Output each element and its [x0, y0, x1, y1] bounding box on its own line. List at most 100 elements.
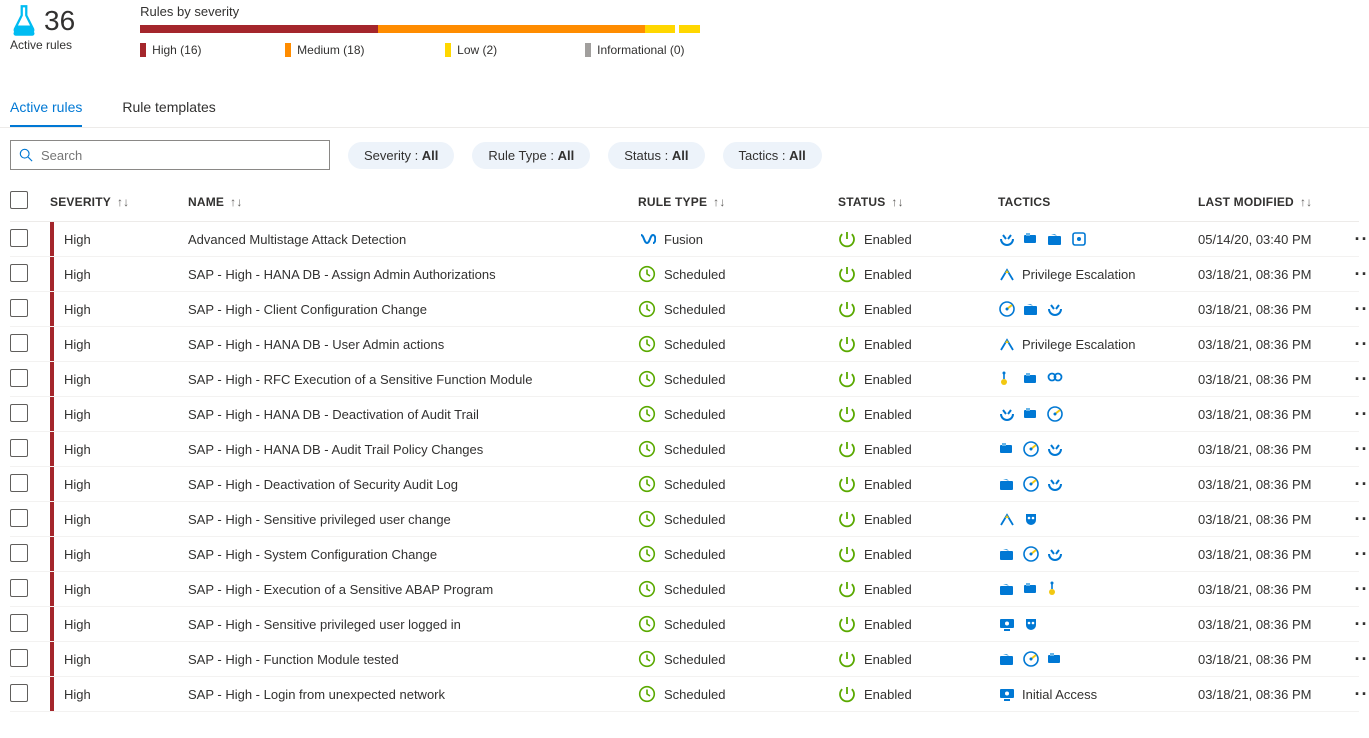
tab-active-rules[interactable]: Active rules — [10, 93, 82, 127]
row-actions-button[interactable]: ··· — [1351, 299, 1369, 320]
col-severity[interactable]: SEVERITY↑↓ — [50, 195, 188, 209]
cell-modified: 03/18/21, 08:36 PM — [1198, 582, 1351, 597]
tactic-label: Initial Access — [1022, 687, 1097, 702]
select-all-checkbox[interactable] — [10, 191, 28, 209]
table-row[interactable]: HighSAP - High - HANA DB - Audit Trail P… — [10, 432, 1359, 467]
table-row[interactable]: HighSAP - High - RFC Execution of a Sens… — [10, 362, 1359, 397]
active-rules-label: Active rules — [10, 38, 72, 52]
row-checkbox[interactable] — [10, 614, 28, 632]
filter-tactics[interactable]: Tactics : All — [723, 142, 822, 169]
cell-name: SAP - High - Deactivation of Security Au… — [188, 477, 638, 492]
cell-ruletype: Scheduled — [638, 265, 838, 283]
cell-modified: 03/18/21, 08:36 PM — [1198, 372, 1351, 387]
cell-tactics — [998, 580, 1198, 598]
table-row[interactable]: HighSAP - High - System Configuration Ch… — [10, 537, 1359, 572]
row-checkbox[interactable] — [10, 369, 28, 387]
table-row[interactable]: HighSAP - High - Login from unexpected n… — [10, 677, 1359, 712]
row-actions-button[interactable]: ··· — [1351, 649, 1369, 670]
col-modified[interactable]: LAST MODIFIED↑↓ — [1198, 195, 1351, 209]
cell-ruletype: Scheduled — [638, 545, 838, 563]
table-row[interactable]: HighSAP - High - HANA DB - Assign Admin … — [10, 257, 1359, 292]
cell-status: Enabled — [838, 685, 998, 703]
row-checkbox[interactable] — [10, 579, 28, 597]
tactic-initial-access-icon — [998, 615, 1016, 633]
table-row[interactable]: HighSAP - High - Client Configuration Ch… — [10, 292, 1359, 327]
cell-modified: 03/18/21, 08:36 PM — [1198, 442, 1351, 457]
cell-status: Enabled — [838, 230, 998, 248]
cell-status: Enabled — [838, 265, 998, 283]
table-row[interactable]: HighSAP - High - Execution of a Sensitiv… — [10, 572, 1359, 607]
row-checkbox[interactable] — [10, 229, 28, 247]
row-actions-button[interactable]: ··· — [1351, 474, 1369, 495]
cell-tactics: Initial Access — [998, 685, 1198, 703]
tab-rule-templates[interactable]: Rule templates — [122, 93, 215, 127]
col-ruletype[interactable]: RULE TYPE↑↓ — [638, 195, 838, 209]
row-checkbox[interactable] — [10, 264, 28, 282]
search-box[interactable] — [10, 140, 330, 170]
cell-severity: High — [50, 292, 188, 326]
filter-severity[interactable]: Severity : All — [348, 142, 454, 169]
cell-tactics: Privilege Escalation — [998, 265, 1198, 283]
row-checkbox[interactable] — [10, 509, 28, 527]
row-checkbox[interactable] — [10, 334, 28, 352]
tactic-credential-access-icon — [1022, 510, 1040, 528]
table-row[interactable]: HighSAP - High - HANA DB - User Admin ac… — [10, 327, 1359, 362]
row-actions-button[interactable]: ··· — [1351, 614, 1369, 635]
table-row[interactable]: HighSAP - High - Sensitive privileged us… — [10, 502, 1359, 537]
row-actions-button[interactable]: ··· — [1351, 544, 1369, 565]
tactic-privilege-escalation-icon — [998, 265, 1016, 283]
col-name[interactable]: NAME↑↓ — [188, 195, 638, 209]
table-row[interactable]: HighSAP - High - HANA DB - Deactivation … — [10, 397, 1359, 432]
row-actions-button[interactable]: ··· — [1351, 404, 1369, 425]
search-input[interactable] — [39, 147, 321, 164]
tactic-defense-evasion-icon — [1022, 650, 1040, 668]
cell-severity: High — [50, 362, 188, 396]
col-status[interactable]: STATUS↑↓ — [838, 195, 998, 209]
row-actions-button[interactable]: ··· — [1351, 369, 1369, 390]
table-row[interactable]: HighSAP - High - Sensitive privileged us… — [10, 607, 1359, 642]
table-row[interactable]: HighAdvanced Multistage Attack Detection… — [10, 222, 1359, 257]
row-actions-button[interactable]: ··· — [1351, 334, 1369, 355]
tactic-exfiltration-icon — [1022, 300, 1040, 318]
tactic-exfiltration-icon — [998, 475, 1016, 493]
tactic-exfiltration-icon — [998, 545, 1016, 563]
row-actions-button[interactable]: ··· — [1351, 579, 1369, 600]
cell-severity: High — [50, 222, 188, 256]
tactic-credential-access-icon — [1022, 615, 1040, 633]
cell-ruletype: Scheduled — [638, 580, 838, 598]
cell-modified: 03/18/21, 08:36 PM — [1198, 267, 1351, 282]
tactic-collection-icon — [1022, 230, 1040, 248]
row-checkbox[interactable] — [10, 404, 28, 422]
row-actions-button[interactable]: ··· — [1351, 439, 1369, 460]
row-actions-button[interactable]: ··· — [1351, 684, 1369, 705]
cell-severity: High — [50, 257, 188, 291]
row-checkbox[interactable] — [10, 649, 28, 667]
table-row[interactable]: HighSAP - High - Deactivation of Securit… — [10, 467, 1359, 502]
summary-header: 36 Active rules Rules by severity High (… — [0, 0, 1369, 65]
row-checkbox[interactable] — [10, 299, 28, 317]
table-row[interactable]: HighSAP - High - Function Module testedS… — [10, 642, 1359, 677]
filter-status[interactable]: Status : All — [608, 142, 704, 169]
row-checkbox[interactable] — [10, 544, 28, 562]
cell-name: SAP - High - Login from unexpected netwo… — [188, 687, 638, 702]
row-checkbox[interactable] — [10, 684, 28, 702]
col-tactics[interactable]: TACTICS — [998, 195, 1198, 209]
table-header: SEVERITY↑↓ NAME↑↓ RULE TYPE↑↓ STATUS↑↓ T… — [10, 182, 1359, 222]
tactic-defense-evasion-icon — [1022, 440, 1040, 458]
row-actions-button[interactable]: ··· — [1351, 264, 1369, 285]
cell-tactics — [998, 475, 1198, 493]
row-checkbox[interactable] — [10, 439, 28, 457]
cell-severity: High — [50, 327, 188, 361]
cell-modified: 03/18/21, 08:36 PM — [1198, 652, 1351, 667]
cell-modified: 03/18/21, 08:36 PM — [1198, 337, 1351, 352]
filter-ruletype[interactable]: Rule Type : All — [472, 142, 590, 169]
cell-name: SAP - High - HANA DB - User Admin action… — [188, 337, 638, 352]
row-actions-button[interactable]: ··· — [1351, 229, 1369, 250]
row-actions-button[interactable]: ··· — [1351, 509, 1369, 530]
row-checkbox[interactable] — [10, 474, 28, 492]
cell-ruletype: Scheduled — [638, 300, 838, 318]
cell-status: Enabled — [838, 615, 998, 633]
tactic-impact-icon — [1046, 475, 1064, 493]
legend-info: Informational (0) — [585, 43, 684, 57]
tactic-defense-evasion-icon — [1022, 475, 1040, 493]
